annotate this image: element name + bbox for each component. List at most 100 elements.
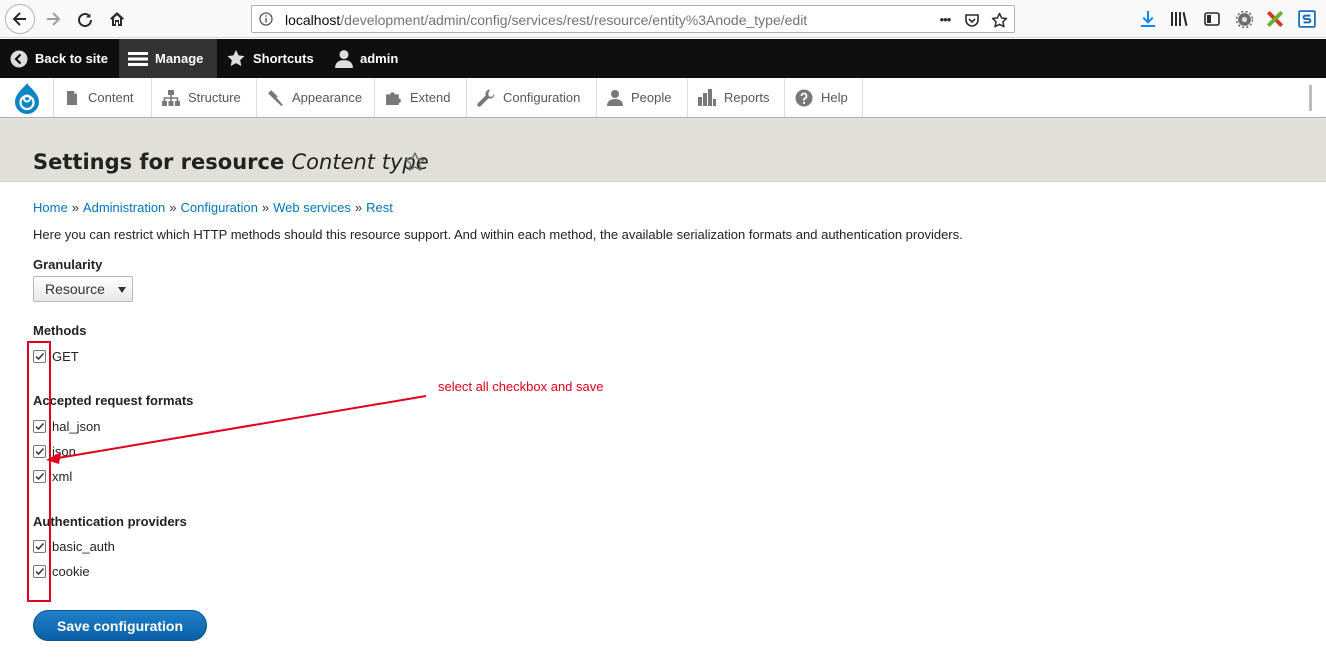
breadcrumb-administration[interactable]: Administration	[83, 200, 165, 215]
breadcrumb: Home» Administration» Configuration» Web se…	[33, 200, 393, 215]
granularity-label: Granularity	[33, 257, 103, 272]
bar-chart-icon	[698, 89, 716, 106]
tray-item-label: Appearance	[292, 90, 363, 105]
star-outline-icon	[991, 12, 1007, 27]
breadcrumb-web-services[interactable]: Web services	[273, 200, 351, 215]
page-description: Here you can restrict which HTTP methods…	[33, 227, 963, 242]
arrow-right-icon	[47, 12, 61, 26]
caret-down-icon	[118, 287, 126, 293]
bookmark-star-button[interactable]	[990, 11, 1008, 29]
tray-orientation-toggle[interactable]	[1309, 85, 1312, 111]
manage-tab[interactable]: Manage	[119, 39, 217, 78]
chevron-left-circle-icon	[10, 50, 28, 67]
auth-basic-label: basic_auth	[52, 538, 115, 554]
extension-gear-button[interactable]	[1234, 9, 1254, 29]
home-button[interactable]	[103, 5, 131, 33]
tray-item-reports[interactable]: Reports	[688, 78, 785, 117]
page-actions-button[interactable]: •••	[936, 10, 954, 28]
breadcrumb-home[interactable]: Home	[33, 200, 68, 215]
star-icon	[227, 49, 245, 67]
breadcrumb-separator: »	[71, 200, 79, 215]
auth-cookie-label: cookie	[52, 563, 90, 579]
gear-icon	[1235, 10, 1253, 28]
tray-item-label: Configuration	[503, 90, 581, 105]
sidebar-icon	[1204, 12, 1220, 26]
tray-item-extend[interactable]: Extend	[375, 78, 467, 117]
help-icon	[795, 89, 813, 106]
format-xml-label: xml	[52, 468, 73, 484]
manage-label: Manage	[155, 51, 204, 66]
annotation-text: select all checkbox and save	[438, 379, 604, 394]
granularity-value: Resource	[45, 281, 105, 297]
paintbrush-icon	[268, 90, 283, 106]
s-extension-icon	[1298, 10, 1316, 28]
admin-toolbar: Back to site Manage Shortcuts admin	[0, 39, 1326, 78]
annotation-highlight-box	[27, 341, 51, 602]
drupal-logo[interactable]	[0, 78, 54, 117]
auth-label: Authentication providers	[33, 514, 187, 529]
reload-button[interactable]	[71, 5, 99, 33]
tray-item-label: Structure	[188, 90, 241, 105]
shortcuts-tab[interactable]: Shortcuts	[226, 39, 314, 78]
url-bar[interactable]: localhost/development/admin/config/servi…	[251, 5, 1015, 33]
person-icon	[607, 90, 623, 106]
tray-item-label: Help	[821, 90, 848, 105]
tray-item-help[interactable]: Help	[785, 78, 863, 117]
drupal-drop-icon	[14, 82, 39, 114]
breadcrumb-configuration[interactable]: Configuration	[181, 200, 258, 215]
extension-x-button[interactable]	[1265, 9, 1285, 29]
info-icon	[259, 12, 273, 26]
extension-s-button[interactable]	[1297, 9, 1317, 29]
method-get-label: GET	[52, 348, 79, 364]
puzzle-icon	[386, 92, 401, 105]
user-label: admin	[360, 51, 399, 66]
breadcrumb-separator: »	[169, 200, 177, 215]
download-icon	[1141, 11, 1155, 27]
pocket-button[interactable]	[963, 11, 981, 29]
save-configuration-button[interactable]: Save configuration	[33, 610, 207, 641]
back-to-site-link[interactable]: Back to site	[10, 39, 108, 78]
url-path: /development/admin/config/services/rest/…	[340, 12, 808, 28]
page-title: Settings for resource Content type	[33, 150, 429, 174]
user-icon	[335, 50, 353, 68]
admin-menu-tray: Content Structure Appearance Extend Conf…	[0, 78, 1326, 118]
tray-item-label: Reports	[724, 90, 770, 105]
x-extension-icon	[1266, 10, 1284, 28]
downloads-button[interactable]	[1138, 9, 1158, 29]
page-title-prefix: Settings for resource	[33, 150, 285, 174]
format-json-label: json	[52, 443, 76, 459]
tray-item-label: People	[631, 90, 672, 105]
sitemap-icon	[162, 89, 180, 106]
home-icon	[110, 12, 124, 26]
forward-button[interactable]	[39, 5, 67, 33]
reload-icon	[78, 12, 92, 27]
url-text: localhost/development/admin/config/servi…	[285, 12, 807, 28]
shortcuts-label: Shortcuts	[253, 51, 314, 66]
granularity-select[interactable]: Resource	[33, 276, 133, 302]
breadcrumb-rest[interactable]: Rest	[366, 200, 393, 215]
breadcrumb-separator: »	[261, 200, 270, 215]
formats-label: Accepted request formats	[33, 393, 194, 408]
browser-toolbar: localhost/development/admin/config/servi…	[0, 0, 1326, 38]
tray-item-people[interactable]: People	[597, 78, 688, 117]
wrench-icon	[477, 89, 495, 107]
tray-item-content[interactable]: Content	[54, 78, 152, 117]
tray-item-appearance[interactable]: Appearance	[257, 78, 375, 117]
page-icon	[67, 90, 77, 105]
hamburger-icon	[128, 51, 148, 66]
arrow-left-icon	[12, 12, 26, 26]
methods-label: Methods	[33, 323, 87, 338]
library-icon	[1171, 12, 1188, 26]
tray-item-configuration[interactable]: Configuration	[467, 78, 597, 117]
pocket-icon	[965, 14, 979, 27]
tray-item-label: Content	[88, 90, 134, 105]
breadcrumb-separator: »	[354, 200, 363, 215]
user-tab[interactable]: admin	[335, 39, 398, 78]
back-button[interactable]	[5, 4, 35, 34]
back-to-site-label: Back to site	[35, 51, 108, 66]
sidebar-button[interactable]	[1202, 9, 1222, 29]
library-button[interactable]	[1169, 9, 1189, 29]
shortcut-star-icon[interactable]	[404, 151, 426, 173]
tray-item-structure[interactable]: Structure	[152, 78, 257, 117]
url-host: localhost	[285, 12, 341, 28]
